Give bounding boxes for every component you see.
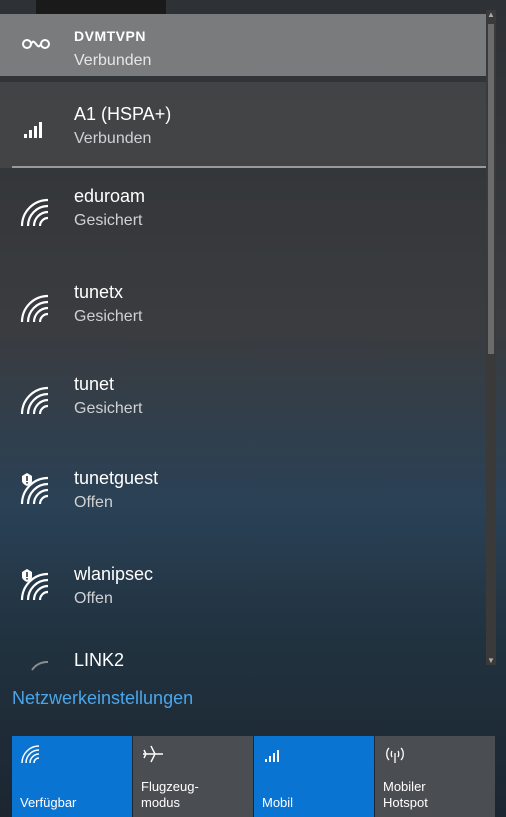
wifi-status: Gesichert (74, 212, 143, 229)
cellular-status: Verbunden (74, 130, 152, 147)
wifi-icon (20, 294, 49, 323)
wifi-name: eduroam (74, 186, 146, 206)
wifi-item[interactable]: tunet Gesichert (0, 364, 496, 450)
vpn-name: DVMTVPN (74, 28, 146, 44)
tile-wifi[interactable]: Verfügbar (12, 736, 132, 817)
wifi-name: tunet (74, 374, 115, 394)
network-settings-link[interactable]: Netzwerkeinstellungen (12, 688, 193, 709)
wifi-name: LINK2 (74, 650, 125, 670)
wifi-icon (21, 745, 40, 764)
quick-actions: Verfügbar Flugzeug- modus Mobil Mobiler … (12, 736, 496, 817)
wifi-icon (20, 198, 49, 227)
wifi-item[interactable]: tunetguest Offen (0, 460, 496, 546)
tile-label: Mobil (262, 795, 294, 810)
network-flyout: DVMTVPN Verbunden A1 (HSPA+) Verbunden e… (0, 0, 496, 817)
wifi-status: Gesichert (74, 308, 143, 325)
vpn-icon (22, 39, 50, 49)
cellular-signal-icon (265, 750, 279, 762)
wifi-weak-icon (31, 660, 49, 671)
wifi-item[interactable]: wlanipsec Offen (0, 556, 496, 642)
tile-label: Mobiler Hotspot (383, 779, 428, 810)
tile-label: Flugzeug- modus (141, 779, 199, 810)
wifi-icon (20, 386, 49, 415)
scroll-up-icon[interactable]: ▲ (487, 10, 495, 19)
tile-mobile-hotspot[interactable]: Mobiler Hotspot (375, 736, 495, 817)
wifi-name: tunetguest (74, 468, 159, 488)
scroll-down-icon[interactable]: ▼ (487, 656, 495, 665)
wifi-item[interactable]: tunetx Gesichert (0, 272, 496, 358)
wifi-status: Gesichert (74, 400, 143, 417)
divider (12, 166, 494, 168)
tile-airplane-mode[interactable]: Flugzeug- modus (133, 736, 253, 817)
wifi-open-warning-icon (20, 473, 49, 505)
wifi-name: tunetx (74, 282, 124, 302)
tile-label: Verfügbar (20, 795, 77, 810)
hotspot-icon (386, 747, 404, 763)
scrollbar-thumb[interactable] (488, 24, 494, 354)
wifi-open-warning-icon (20, 569, 49, 601)
scrollbar[interactable]: ▲ ▼ (486, 10, 496, 665)
cellular-connection[interactable]: A1 (HSPA+) Verbunden (0, 82, 496, 168)
wifi-status: Offen (74, 494, 113, 511)
tile-cellular[interactable]: Mobil (254, 736, 374, 817)
cellular-name: A1 (HSPA+) (74, 104, 172, 124)
title-strip (36, 0, 166, 14)
wifi-item[interactable]: eduroam Gesichert (0, 176, 496, 262)
vpn-connection[interactable]: DVMTVPN Verbunden (0, 14, 496, 76)
airplane-icon (143, 745, 163, 763)
wifi-name: wlanipsec (74, 564, 154, 584)
wifi-status: Offen (74, 590, 113, 607)
wifi-item[interactable]: LINK2 (0, 646, 496, 676)
cellular-signal-icon (24, 122, 42, 138)
vpn-status: Verbunden (74, 52, 152, 69)
